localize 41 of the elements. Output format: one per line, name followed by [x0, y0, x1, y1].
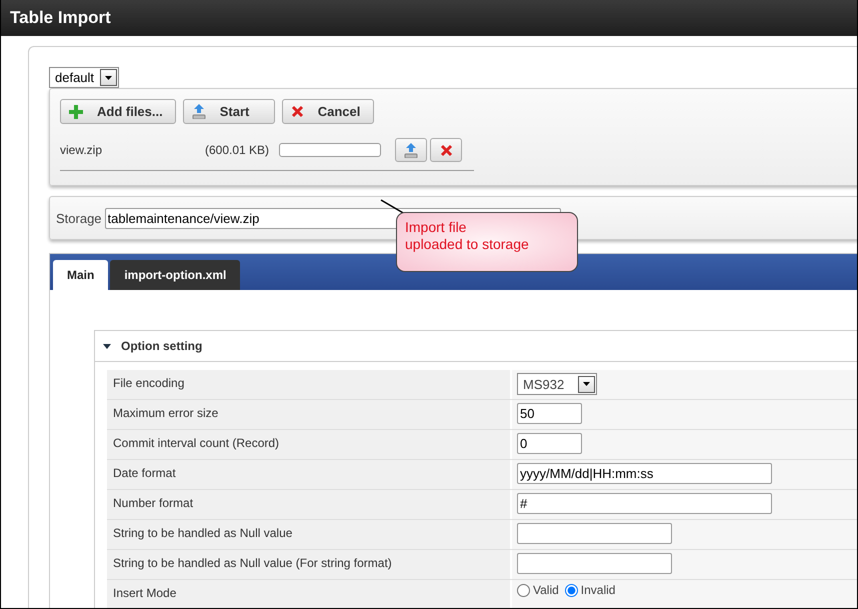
- input-field[interactable]: [517, 523, 672, 544]
- callout-tooltip: Import file uploaded to storage: [396, 212, 578, 272]
- tab[interactable]: Main: [53, 260, 108, 290]
- close-icon: [290, 105, 304, 118]
- tab[interactable]: import-option.xml: [110, 260, 240, 290]
- option-label: Number format: [107, 490, 510, 519]
- plus-icon: [69, 104, 83, 118]
- caret-icon: [105, 76, 112, 80]
- input-field[interactable]: yyyy/MM/dd|HH:mm:ss: [517, 463, 772, 484]
- option-label: Maximum error size: [107, 400, 510, 429]
- option-label: String to be handled as Null value (For string format): [107, 550, 510, 579]
- input-field[interactable]: 0: [517, 433, 582, 454]
- profile-select[interactable]: default: [49, 67, 120, 88]
- expand-caret-icon[interactable]: [103, 344, 111, 348]
- input-field[interactable]: [517, 553, 672, 574]
- option-label: Insert Mode: [107, 580, 510, 608]
- start-button[interactable]: Start: [182, 99, 275, 124]
- radio-option[interactable]: Valid: [517, 583, 559, 597]
- upload-icon: [192, 104, 206, 119]
- file-size: (600.01 KB): [205, 143, 270, 157]
- section-title: Option setting: [121, 339, 202, 353]
- radio-button[interactable]: [564, 584, 578, 596]
- input-field[interactable]: 50: [517, 403, 582, 424]
- upload-button[interactable]: [395, 138, 428, 162]
- caret-icon: [583, 382, 590, 386]
- close-icon: [440, 144, 453, 156]
- cancel-button[interactable]: Cancel: [282, 99, 374, 124]
- radio-option[interactable]: Invalid: [564, 583, 616, 597]
- window-title: Table Import: [10, 8, 111, 28]
- encoding-select[interactable]: MS932: [517, 373, 598, 395]
- option-label: File encoding: [107, 370, 510, 399]
- radio-button[interactable]: [517, 584, 530, 596]
- input-field[interactable]: #: [517, 493, 772, 514]
- remove-button[interactable]: [430, 138, 462, 162]
- add-button[interactable]: Add files...: [60, 99, 176, 124]
- option-label: Date format: [107, 460, 510, 489]
- option-label: String to be handled as Null value: [107, 520, 510, 549]
- storage-label: Storage: [56, 210, 102, 226]
- option-label: Commit interval count (Record): [107, 430, 510, 459]
- file-name: view.zip: [60, 143, 104, 157]
- upload-icon: [404, 142, 418, 158]
